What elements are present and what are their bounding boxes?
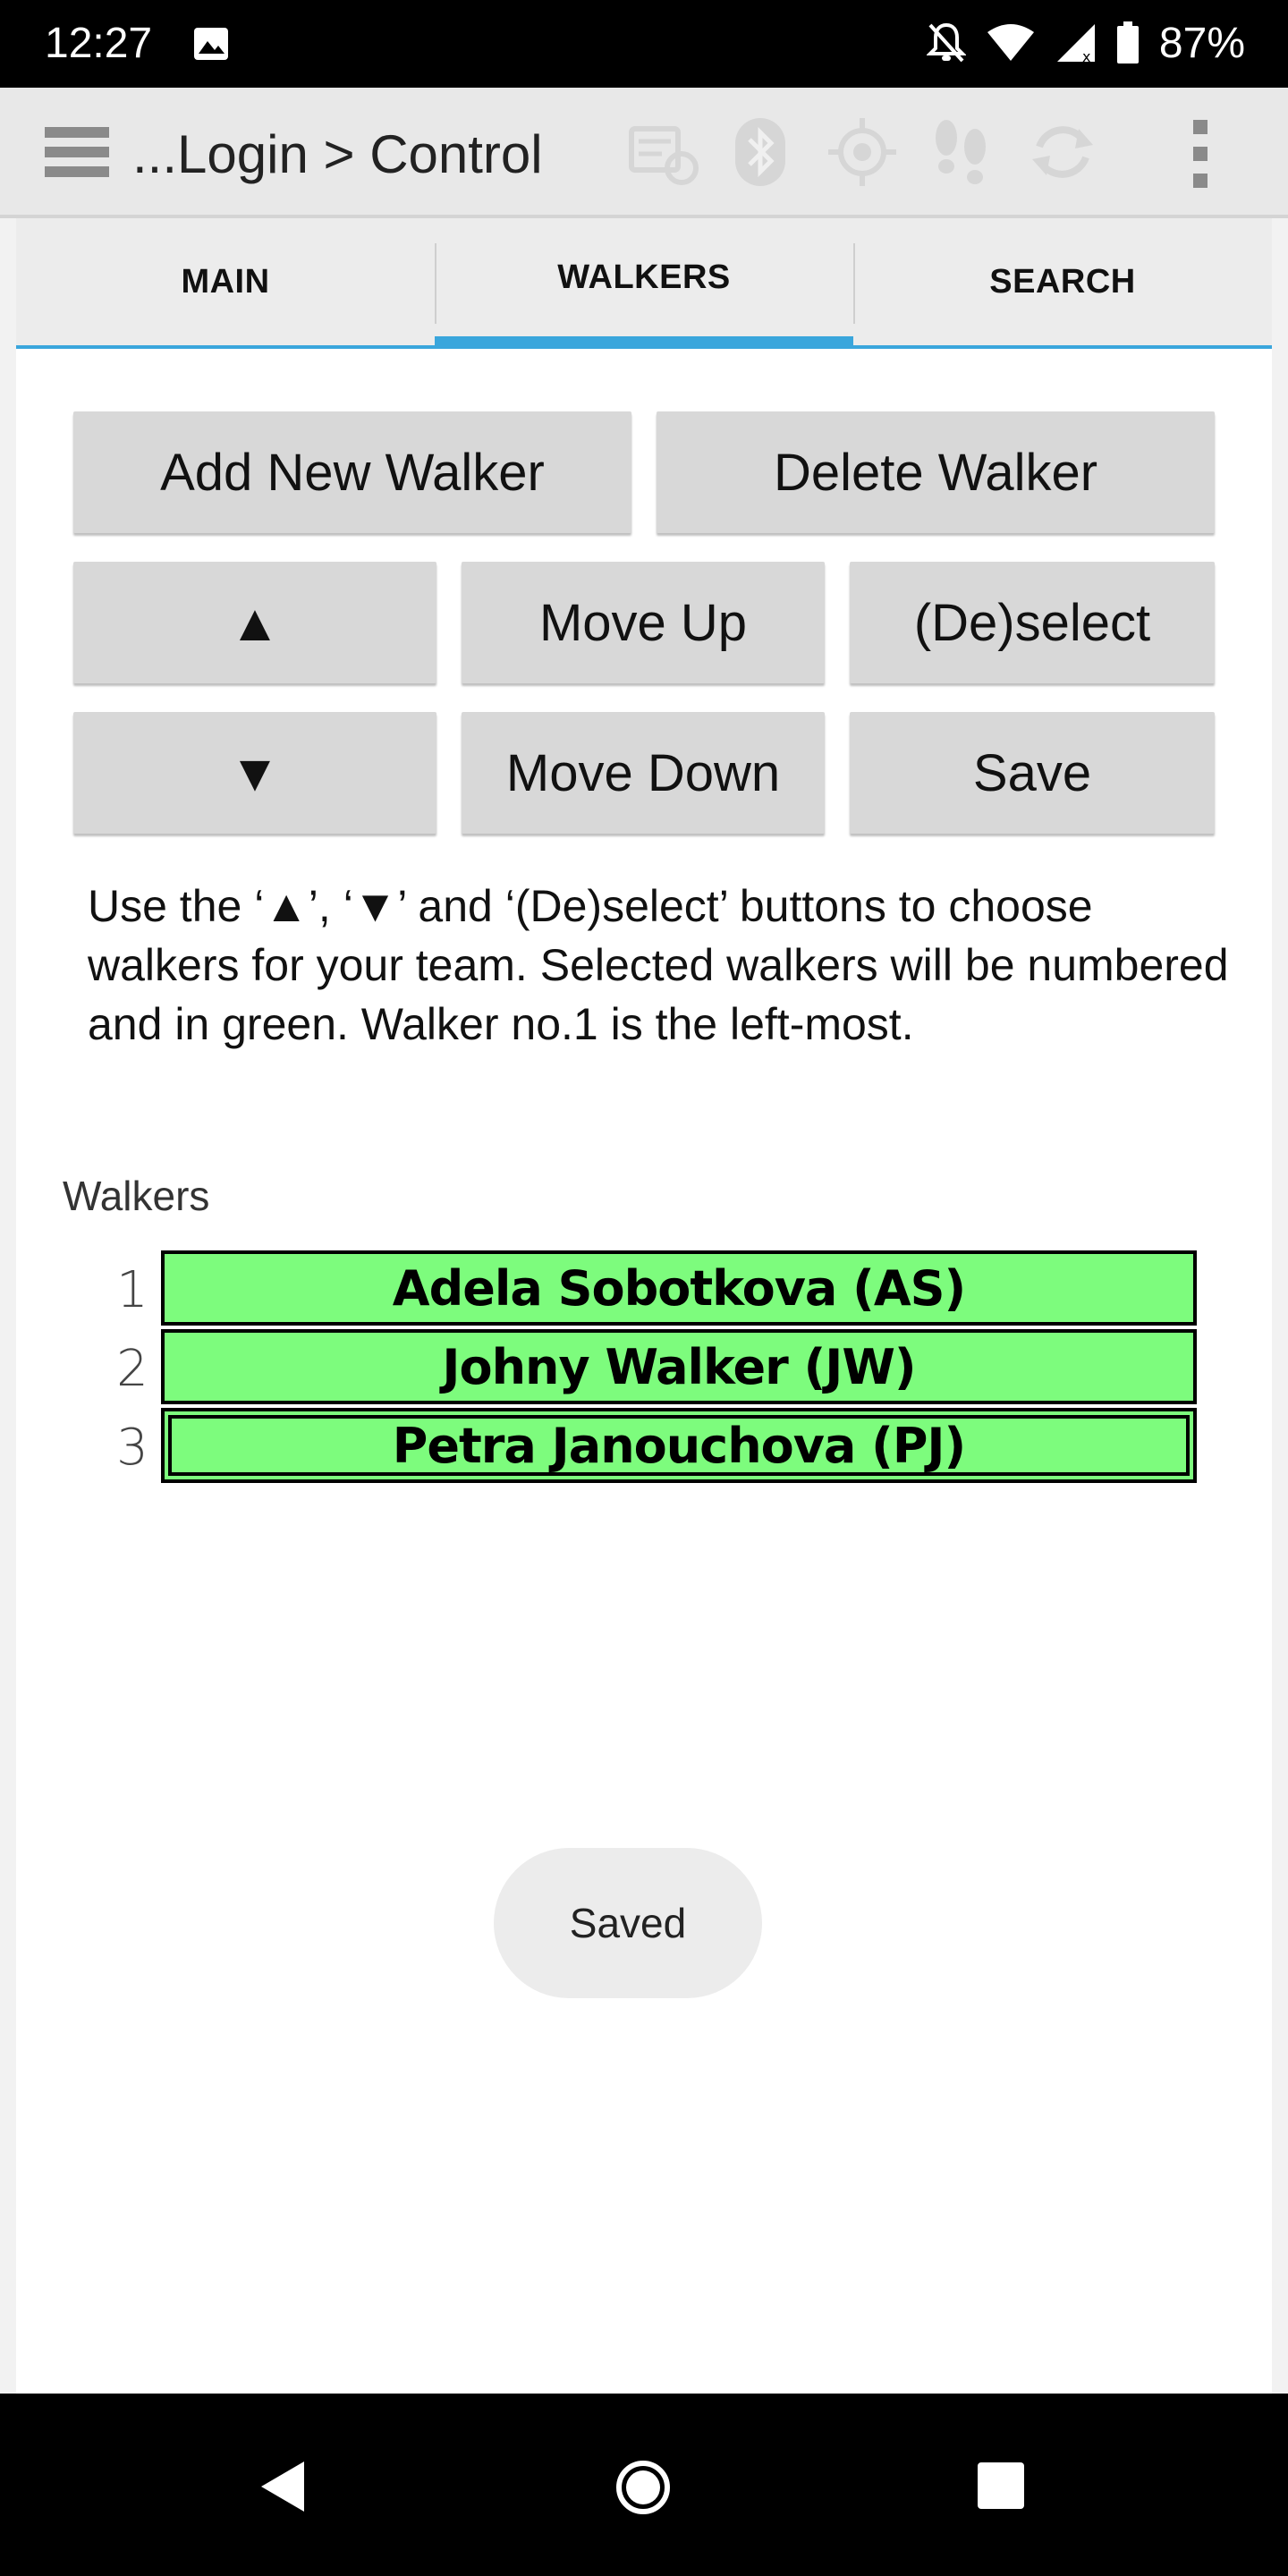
- notifications-off-icon: [926, 22, 966, 63]
- walker-row[interactable]: 1 Adela Sobotkova (AS): [16, 1250, 1272, 1329]
- back-icon[interactable]: [259, 2460, 306, 2513]
- status-time: 12:27: [45, 20, 153, 67]
- overflow-menu-icon[interactable]: [1181, 118, 1220, 190]
- save-button[interactable]: Save: [850, 712, 1215, 834]
- bluetooth-icon[interactable]: [723, 114, 798, 190]
- system-nav-bar: [0, 2394, 1288, 2576]
- status-icons: x 87%: [926, 16, 1245, 70]
- move-up-button[interactable]: Move Up: [462, 562, 825, 683]
- walkers-label: Walkers: [63, 1173, 210, 1219]
- walker-number: 3: [116, 1419, 148, 1477]
- gps-icon[interactable]: [825, 114, 900, 190]
- help-text: Use the ‘▲’, ‘▼’ and ‘(De)select’ button…: [88, 881, 1229, 1049]
- sync-icon[interactable]: [626, 114, 701, 190]
- app-toolbar: ...Login > Control: [0, 88, 1288, 218]
- walker-name[interactable]: Adela Sobotkova (AS): [161, 1250, 1197, 1326]
- svg-text:x: x: [1082, 48, 1090, 64]
- menu-icon[interactable]: [45, 127, 109, 177]
- recents-icon[interactable]: [977, 2462, 1025, 2510]
- walker-row[interactable]: 2 Johny Walker (JW): [16, 1329, 1272, 1408]
- walker-name[interactable]: Johny Walker (JW): [161, 1329, 1197, 1404]
- image-notification-icon: [194, 28, 228, 60]
- deselect-button[interactable]: (De)select: [850, 562, 1215, 683]
- footsteps-icon[interactable]: [923, 114, 998, 190]
- select-down-button[interactable]: ▼: [73, 712, 436, 834]
- walker-name-selected[interactable]: Petra Janouchova (PJ): [161, 1408, 1197, 1483]
- status-bar: 12:27 x 87%: [0, 0, 1288, 88]
- tab-walkers[interactable]: WALKERS: [435, 218, 853, 349]
- wifi-icon: [987, 24, 1034, 61]
- tab-main[interactable]: MAIN: [16, 218, 435, 349]
- tab-search[interactable]: SEARCH: [853, 218, 1272, 349]
- home-icon[interactable]: [614, 2458, 673, 2517]
- battery-percent: 87%: [1158, 19, 1245, 67]
- toast-message: Saved: [494, 1848, 762, 1998]
- refresh-icon[interactable]: [1025, 114, 1100, 190]
- walker-number: 1: [116, 1261, 148, 1319]
- move-down-button[interactable]: Move Down: [462, 712, 825, 834]
- add-walker-button[interactable]: Add New Walker: [73, 411, 631, 533]
- page-title: ...Login > Control: [132, 124, 543, 184]
- select-up-button[interactable]: ▲: [73, 562, 436, 683]
- tab-bar: MAIN WALKERS SEARCH: [16, 218, 1272, 349]
- delete-walker-button[interactable]: Delete Walker: [657, 411, 1215, 533]
- walker-row[interactable]: 3 Petra Janouchova (PJ): [16, 1408, 1272, 1487]
- battery-icon: [1116, 21, 1139, 64]
- walkers-panel: Add New Walker Delete Walker ▲ Move Up (…: [16, 349, 1272, 2394]
- cell-signal-icon: x: [1056, 24, 1095, 64]
- walker-number: 2: [116, 1340, 148, 1398]
